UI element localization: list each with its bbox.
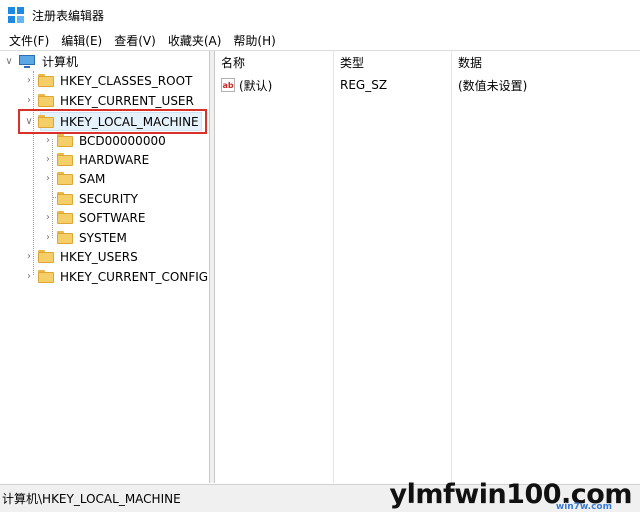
column-divider[interactable] (451, 51, 452, 483)
ab-string-icon: ab (221, 78, 235, 92)
folder-icon (38, 250, 54, 263)
menu-edit[interactable]: 编辑(E) (56, 32, 107, 49)
tree-item-label: SAM (79, 171, 106, 186)
tree-item-label: SECURITY (79, 191, 138, 206)
chevron-right-icon[interactable]: › (24, 91, 34, 110)
tree-item-label: HKEY_CURRENT_USER (60, 93, 194, 108)
status-path: 计算机\HKEY_LOCAL_MACHINE (2, 492, 181, 506)
tree-item-label: 计算机 (42, 55, 79, 69)
chevron-right-icon[interactable]: › (43, 150, 53, 169)
value-type: REG_SZ (340, 78, 388, 92)
column-header-type[interactable]: 类型 (334, 51, 452, 73)
tree-item-security[interactable]: SECURITY (43, 189, 138, 208)
column-header-data[interactable]: 数据 (452, 51, 640, 73)
main-content: ∨ 计算机 › HKEY_CLASSES_ROOT › HKEY_CURRENT… (0, 50, 640, 483)
tree-item-label: HKEY_CURRENT_CONFIG (60, 269, 209, 284)
tree-item-hardware[interactable]: › HARDWARE (43, 150, 149, 169)
folder-icon (57, 231, 73, 244)
tree-item-label: HKEY_LOCAL_MACHINE (60, 114, 199, 129)
column-header-name[interactable]: 名称 (215, 51, 333, 73)
tree-item-label: BCD00000000 (79, 133, 166, 148)
tree-item-label: HKEY_USERS (60, 249, 138, 264)
chevron-right-icon[interactable]: › (43, 208, 53, 227)
title-bar: 注册表编辑器 (0, 0, 640, 30)
tree-item-hkey-current-config[interactable]: › HKEY_CURRENT_CONFIG (24, 267, 208, 286)
status-bar: 计算机\HKEY_LOCAL_MACHINE ylmfwin100.com wi… (0, 479, 640, 512)
watermark-sub: win7w.com (555, 502, 612, 512)
folder-icon (57, 192, 73, 205)
tree-item-system[interactable]: › SYSTEM (43, 228, 127, 247)
tree-item-hkey-current-user[interactable]: › HKEY_CURRENT_USER (24, 91, 194, 110)
folder-icon (38, 115, 54, 128)
chevron-right-icon[interactable]: › (24, 71, 34, 90)
tree-item-hkey-local-machine[interactable]: ∨ HKEY_LOCAL_MACHINE (24, 112, 199, 131)
tree-item-bcd00000000[interactable]: › BCD00000000 (43, 131, 166, 150)
computer-icon (18, 54, 36, 69)
tree-item-hkey-users[interactable]: › HKEY_USERS (24, 247, 138, 266)
chevron-down-icon[interactable]: ∨ (4, 52, 14, 71)
chevron-right-icon[interactable]: › (43, 228, 53, 247)
folder-icon (38, 74, 54, 87)
chevron-right-icon[interactable]: › (43, 169, 53, 188)
tree-item-hkey-classes-root[interactable]: › HKEY_CLASSES_ROOT (24, 71, 192, 90)
window-title: 注册表编辑器 (32, 8, 105, 23)
tree-item-label: HARDWARE (79, 152, 150, 167)
tree-item-sam[interactable]: › SAM (43, 169, 105, 188)
folder-icon (38, 270, 54, 283)
value-data: (数值未设置) (458, 78, 528, 93)
tree-pane[interactable]: ∨ 计算机 › HKEY_CLASSES_ROOT › HKEY_CURRENT… (0, 51, 210, 483)
folder-icon (57, 134, 73, 147)
folder-icon (38, 94, 54, 107)
column-divider[interactable] (333, 51, 334, 483)
value-row-name[interactable]: ab (默认) (221, 76, 272, 94)
chevron-right-icon[interactable]: › (43, 131, 53, 150)
tree-item-label: HKEY_CLASSES_ROOT (60, 73, 193, 88)
chevron-down-icon[interactable]: ∨ (24, 112, 34, 131)
tree-item-computer[interactable]: ∨ 计算机 (4, 52, 78, 71)
tree-item-label: SYSTEM (79, 230, 127, 245)
tree-item-software[interactable]: › SOFTWARE (43, 208, 145, 227)
folder-icon (57, 172, 73, 185)
menu-bar: 文件(F) 编辑(E) 查看(V) 收藏夹(A) 帮助(H) (0, 30, 640, 50)
value-name: (默认) (239, 78, 273, 93)
chevron-right-icon[interactable]: › (24, 247, 34, 266)
chevron-right-icon[interactable]: › (24, 267, 34, 286)
registry-editor-icon (8, 7, 24, 23)
menu-favorites[interactable]: 收藏夹(A) (163, 32, 227, 49)
folder-icon (57, 211, 73, 224)
tree-item-label: SOFTWARE (79, 210, 146, 225)
menu-file[interactable]: 文件(F) (4, 32, 54, 49)
menu-view[interactable]: 查看(V) (109, 32, 161, 49)
folder-icon (57, 153, 73, 166)
menu-help[interactable]: 帮助(H) (228, 32, 280, 49)
values-list[interactable]: 名称 类型 数据 ab (默认) REG_SZ (数值未设置) (214, 51, 640, 483)
